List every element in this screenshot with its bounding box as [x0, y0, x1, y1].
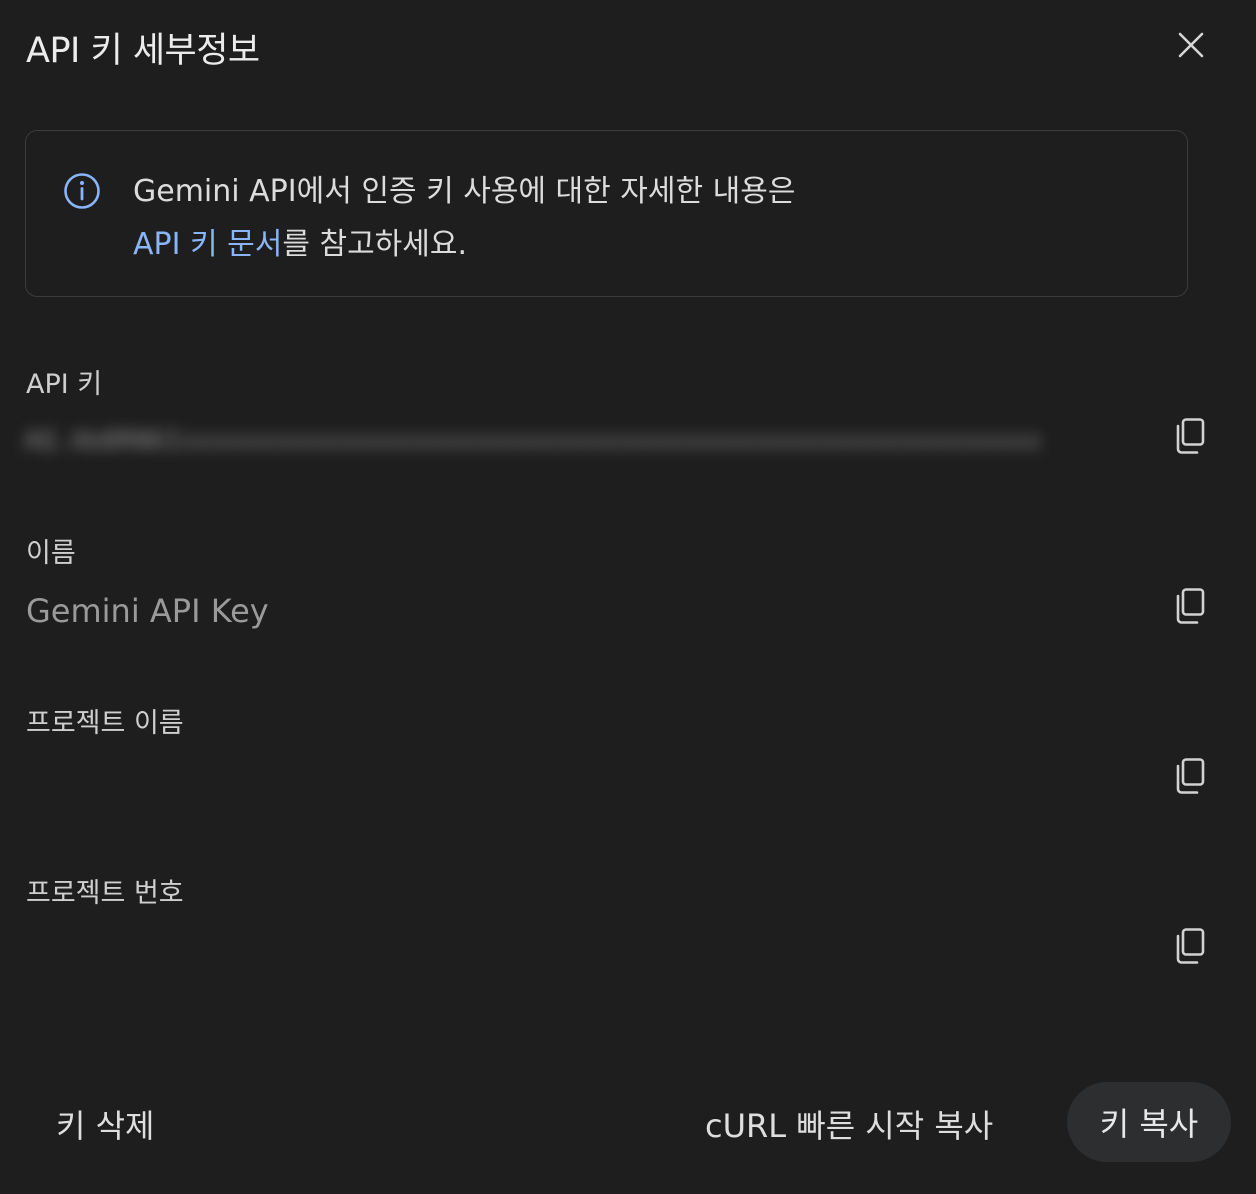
close-button[interactable]	[1168, 24, 1214, 70]
api-key-docs-link[interactable]: API 키 문서	[133, 227, 282, 262]
name-value: Gemini API Key	[26, 592, 269, 630]
copy-icon	[1173, 417, 1207, 459]
copy-name-button[interactable]	[1168, 586, 1212, 630]
api-key-details-dialog: API 키 세부정보 Gemini API에서 인증 키 사용에 대한 자세한 …	[0, 0, 1256, 1194]
copy-icon	[1173, 587, 1207, 629]
info-text-line1: Gemini API에서 인증 키 사용에 대한 자세한 내용은	[133, 174, 796, 209]
delete-key-button[interactable]: 키 삭제	[56, 1101, 155, 1147]
project-number-label: 프로젝트 번호	[26, 878, 184, 909]
project-name-label: 프로젝트 이름	[26, 708, 184, 739]
info-icon	[62, 171, 102, 211]
copy-icon	[1173, 757, 1207, 799]
copy-project-number-button[interactable]	[1168, 926, 1212, 970]
info-text-suffix: 를 참고하세요.	[282, 227, 468, 262]
copy-curl-quickstart-button[interactable]: cURL 빠른 시작 복사	[705, 1101, 993, 1147]
info-text-line2: API 키 문서를 참고하세요.	[133, 218, 795, 271]
copy-project-name-button[interactable]	[1168, 756, 1212, 800]
api-key-label: API 키	[26, 369, 103, 400]
copy-key-button[interactable]: 키 복사	[1067, 1082, 1231, 1162]
copy-icon	[1173, 927, 1207, 969]
api-key-value: AQ.Ab8RN6Ixxxxxxxxxxxxxxxxxxxxxxxxxxxxxx…	[24, 426, 1042, 456]
info-banner: Gemini API에서 인증 키 사용에 대한 자세한 내용은 API 키 문…	[25, 130, 1188, 297]
name-label: 이름	[26, 538, 76, 569]
copy-api-key-button[interactable]	[1168, 416, 1212, 460]
info-text: Gemini API에서 인증 키 사용에 대한 자세한 내용은 API 키 문…	[133, 165, 795, 271]
dialog-title: API 키 세부정보	[26, 31, 260, 71]
close-icon	[1176, 30, 1206, 64]
